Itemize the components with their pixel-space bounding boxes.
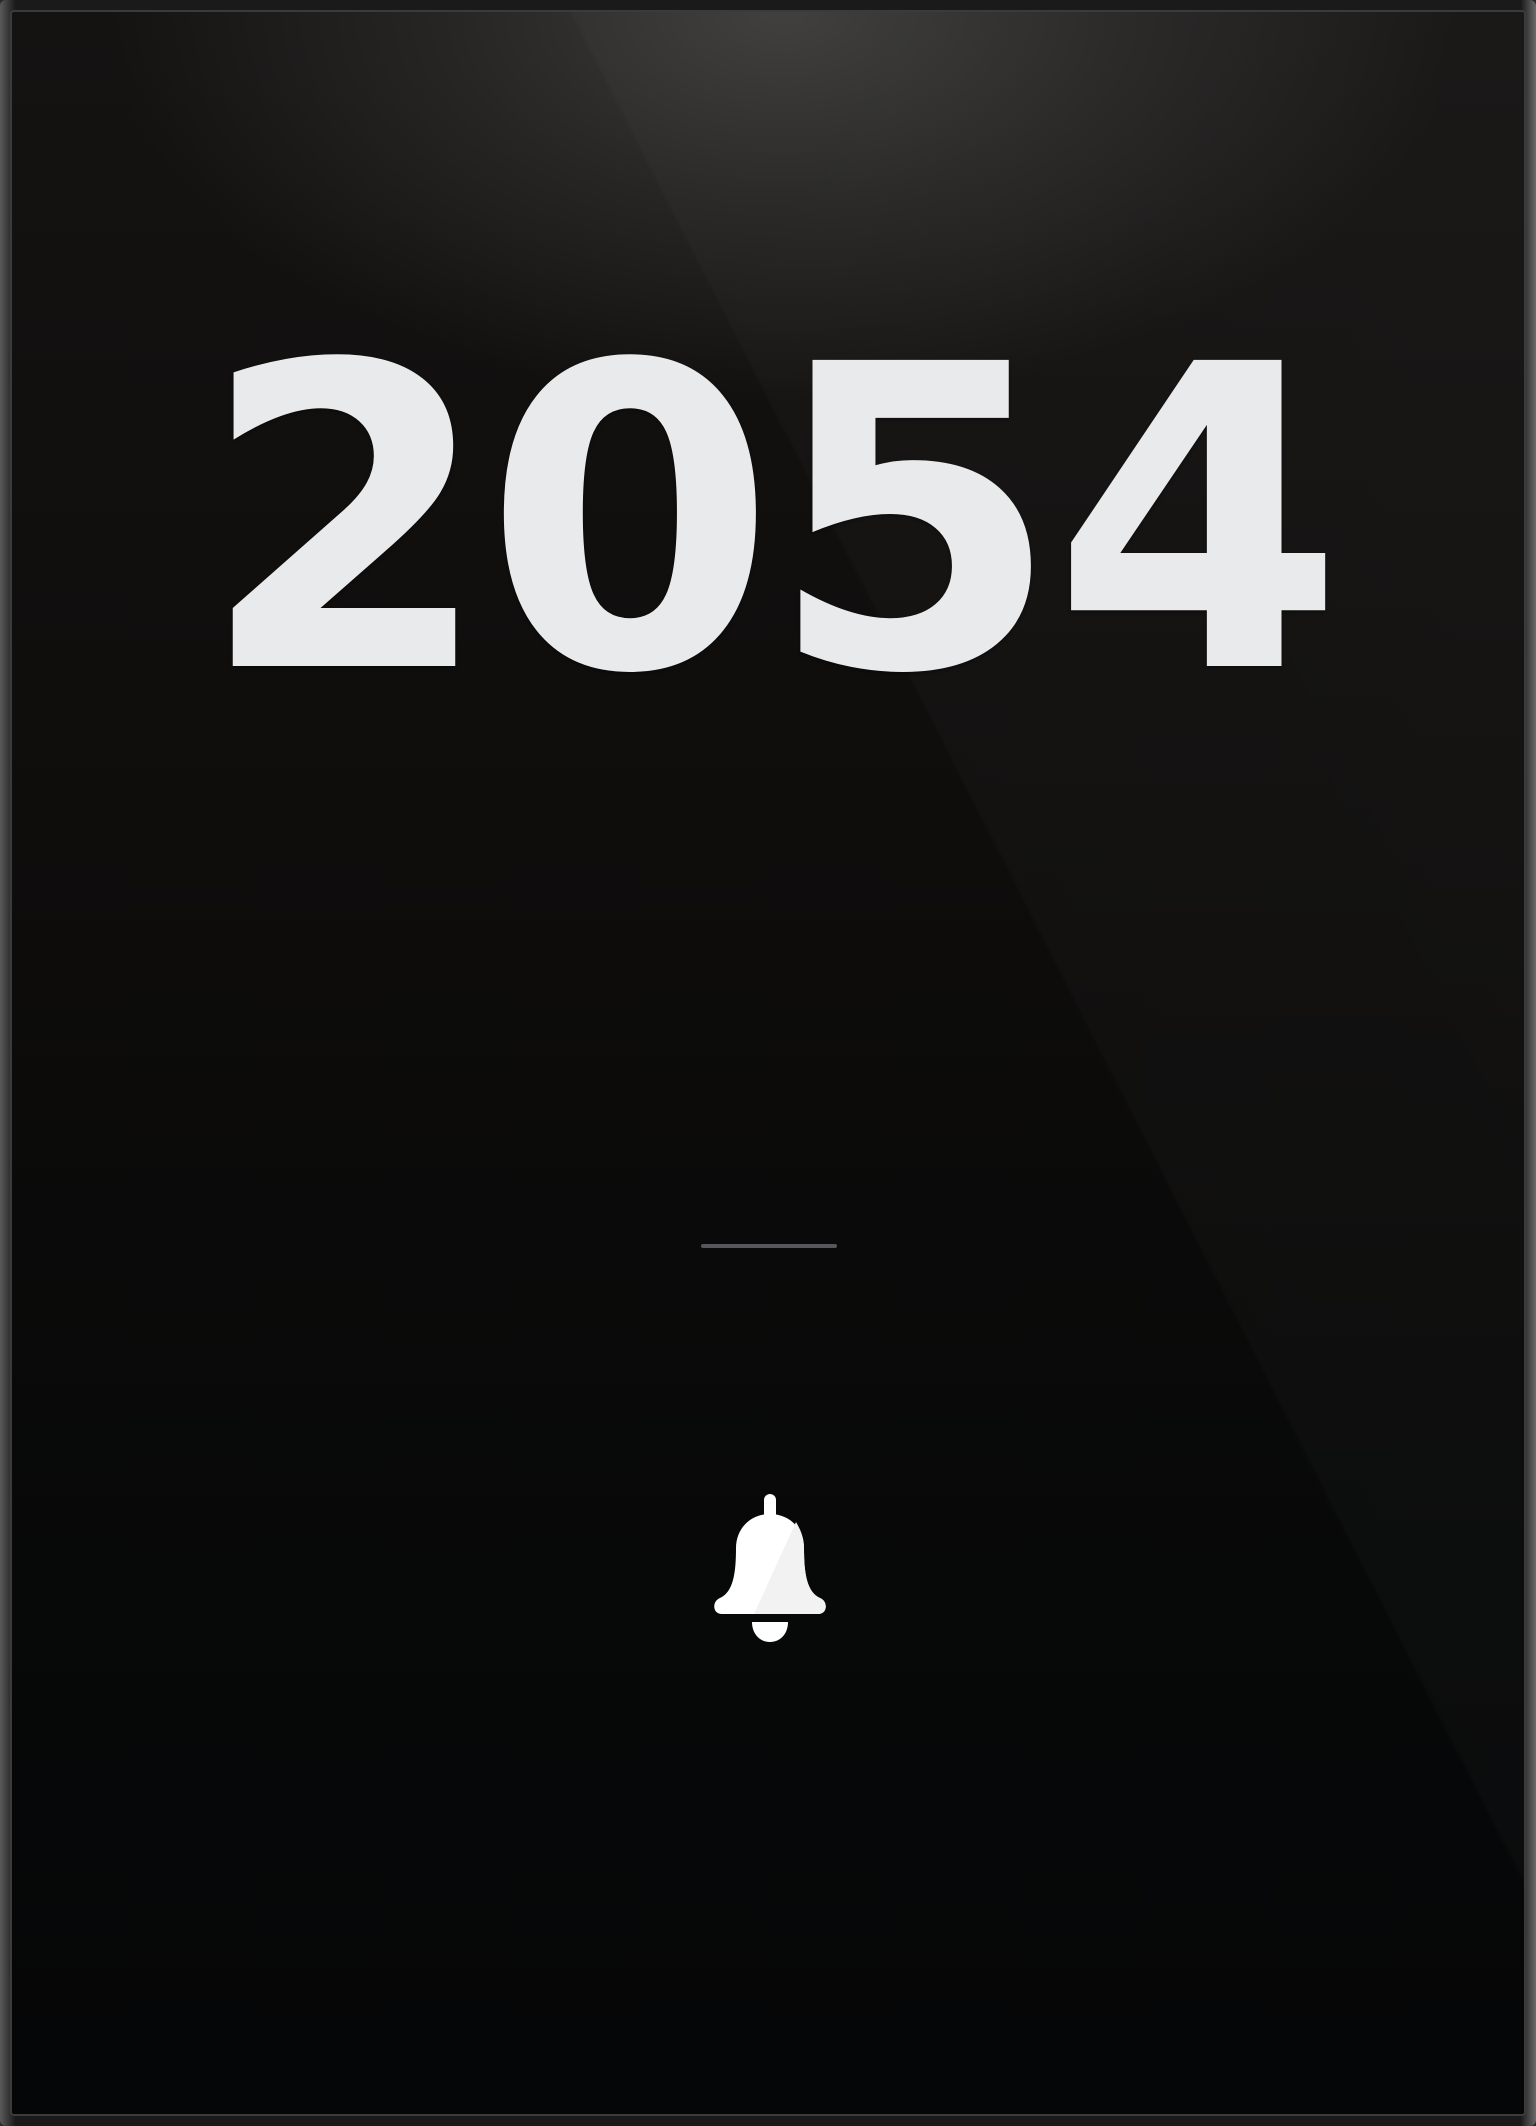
divider-line xyxy=(701,1244,837,1248)
device-panel-frame: 2054 xyxy=(0,0,1536,2126)
device-panel-surface: 2054 xyxy=(10,10,1526,2116)
bell-icon xyxy=(708,1492,832,1652)
value-display: 2054 xyxy=(199,277,1345,766)
bell-button[interactable] xyxy=(702,1482,838,1662)
